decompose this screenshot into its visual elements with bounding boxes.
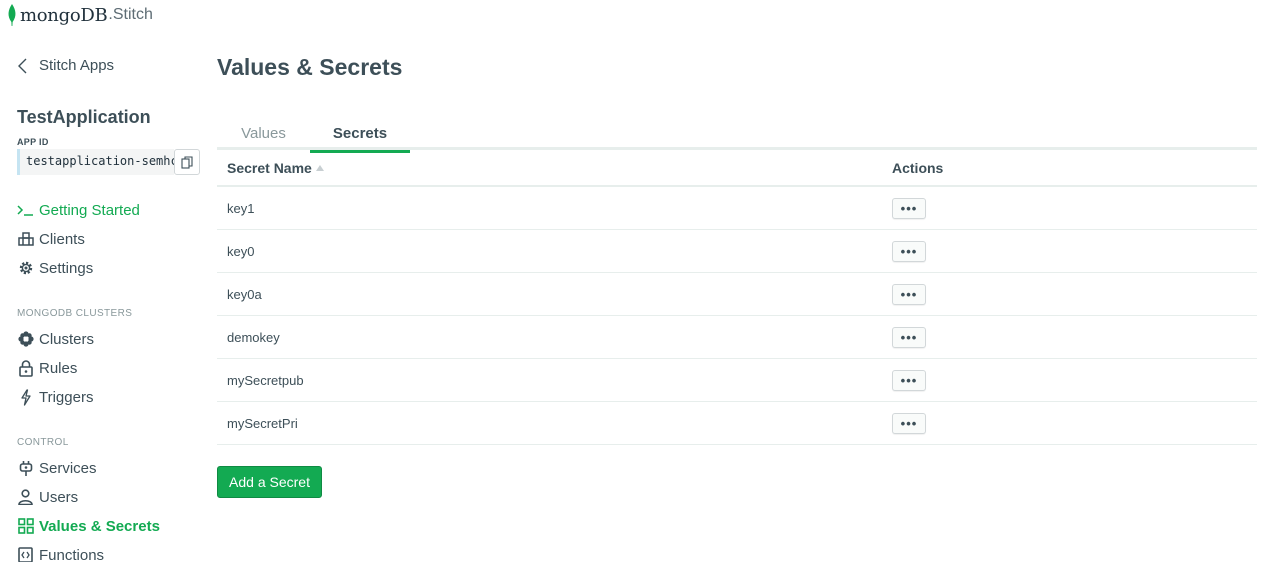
table-row: key1 ••• [217, 187, 1257, 230]
clients-icon [17, 231, 34, 248]
gear-icon [17, 260, 34, 277]
plug-icon [17, 460, 34, 477]
nav-functions[interactable]: Functions [17, 545, 104, 562]
column-header-secret-name-label: Secret Name [227, 160, 312, 176]
nav-users[interactable]: Users [17, 487, 78, 507]
secret-name: key0a [227, 287, 262, 302]
copy-app-id-button[interactable] [174, 149, 200, 175]
row-actions-button[interactable]: ••• [892, 370, 926, 391]
secret-name: demokey [227, 330, 280, 345]
nav-clients[interactable]: Clients [17, 229, 85, 249]
column-header-actions: Actions [892, 160, 944, 176]
section-label-mongodb-clusters: MONGODB CLUSTERS [17, 308, 133, 319]
tab-secrets[interactable]: Secrets [310, 116, 410, 153]
chevron-left-icon [18, 58, 27, 73]
table-row: key0 ••• [217, 230, 1257, 273]
nav-settings[interactable]: Settings [17, 258, 93, 278]
section-label-control: CONTROL [17, 437, 69, 448]
app-id-field[interactable]: testapplication-semhc [17, 149, 174, 175]
nav-rules-label: Rules [39, 359, 78, 377]
nav-functions-label: Functions [39, 546, 105, 562]
nav-values-secrets-label: Values & Secrets [39, 517, 160, 535]
table-row: key0a ••• [217, 273, 1257, 316]
add-secret-button[interactable]: Add a Secret [217, 466, 322, 498]
nav-services[interactable]: Services [17, 458, 97, 478]
user-icon [17, 489, 34, 506]
nav-clusters[interactable]: Clusters [17, 329, 94, 349]
clusters-icon [17, 331, 34, 348]
table-row: mySecretpub ••• [217, 359, 1257, 402]
app-id-box: testapplication-semhc [17, 149, 200, 175]
nav-clusters-label: Clusters [39, 330, 95, 348]
lock-icon [17, 359, 34, 377]
terminal-icon [17, 202, 34, 219]
copy-icon [181, 155, 193, 169]
nav-users-label: Users [39, 488, 79, 506]
row-actions-button[interactable]: ••• [892, 413, 926, 434]
app-name: TestApplication [17, 107, 151, 127]
nav-values-secrets[interactable]: Values & Secrets [17, 516, 160, 536]
secret-name: key1 [227, 201, 255, 216]
nav-clients-label: Clients [39, 230, 85, 248]
nav-triggers-label: Triggers [39, 388, 94, 406]
nav-getting-started-label: Getting Started [39, 201, 140, 219]
row-actions-button[interactable]: ••• [892, 241, 926, 262]
table-header: Secret Name Actions [217, 150, 1257, 187]
tab-bar: Values Secrets [217, 116, 1257, 153]
nav-services-label: Services [39, 459, 97, 477]
nav-getting-started[interactable]: Getting Started [17, 200, 140, 220]
app-id-label: APP ID [17, 137, 49, 147]
secret-name: key0 [227, 244, 255, 259]
lightning-icon [17, 388, 34, 406]
row-actions-button[interactable]: ••• [892, 284, 926, 305]
secret-name: mySecretpub [227, 373, 304, 388]
back-link-label: Stitch Apps [39, 57, 115, 74]
nav-settings-label: Settings [39, 259, 94, 277]
row-actions-button[interactable]: ••• [892, 327, 926, 348]
nav-rules[interactable]: Rules [17, 358, 77, 378]
column-header-secret-name[interactable]: Secret Name [227, 160, 324, 176]
nav-triggers[interactable]: Triggers [17, 387, 93, 407]
function-icon [17, 547, 34, 562]
back-to-stitch-apps-link[interactable]: Stitch Apps [17, 57, 114, 74]
page-title: Values & Secrets [217, 54, 403, 80]
sort-ascending-icon [315, 165, 324, 171]
grid-icon [17, 518, 34, 535]
row-actions-button[interactable]: ••• [892, 198, 926, 219]
table-row: mySecretPri ••• [217, 402, 1257, 445]
secret-name: mySecretPri [227, 416, 298, 431]
tab-values[interactable]: Values [217, 116, 310, 150]
table-row: demokey ••• [217, 316, 1257, 359]
secrets-table: Secret Name Actions key1 ••• key0 ••• ke… [217, 150, 1257, 445]
sidebar: Stitch Apps TestApplication APP ID testa… [0, 0, 205, 562]
